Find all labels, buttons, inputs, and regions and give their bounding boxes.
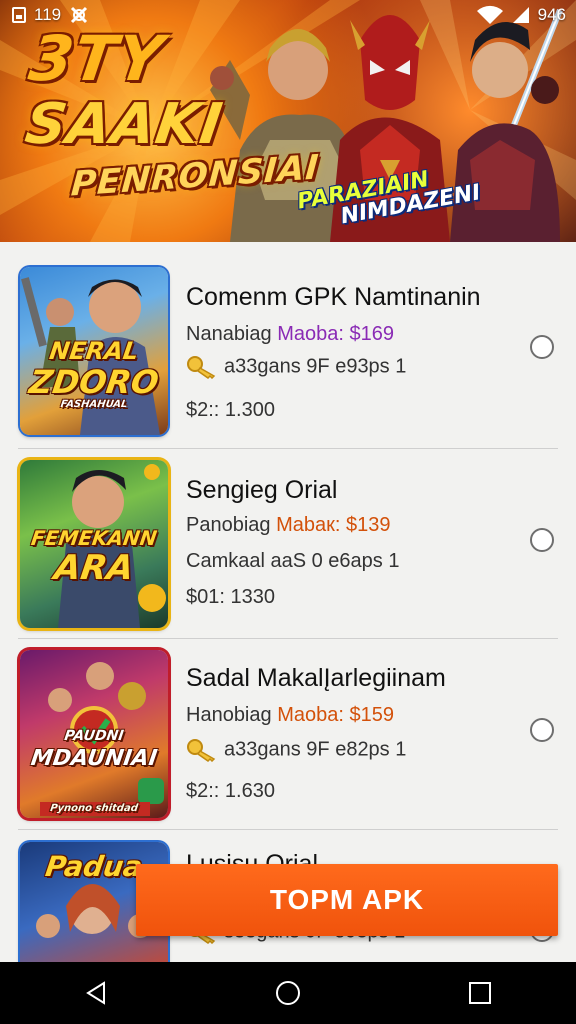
thumbnail-title-line2: ZDORO	[26, 363, 162, 401]
app-size-line: $2:: 1.300	[186, 399, 275, 421]
divider	[18, 448, 558, 449]
back-icon	[86, 981, 105, 1005]
price-value: Mabaк: $139	[276, 514, 391, 536]
list-item[interactable]: FEMEKANN ARA Sengieg Orial Panobiag Maba…	[0, 458, 576, 648]
app-price-line: Panobiag Mabaк: $139	[186, 514, 390, 537]
list-item[interactable]: PAUDNI MDAUNIAI Pynono shitdad Sadal Mak…	[0, 648, 576, 838]
thumbnail-title-line2: MDAUNIAI	[29, 746, 159, 771]
sim-icon	[12, 7, 26, 23]
divider	[18, 638, 558, 639]
notification-icon	[71, 6, 88, 24]
app-info-line: Camkaal aaS 0 e6aps 1	[186, 550, 400, 572]
thumbnail-title-line1: PAUDNI	[63, 728, 125, 744]
wifi-icon	[476, 5, 503, 24]
app-title: Sengieg Orial	[186, 476, 338, 504]
signal-icon	[512, 7, 529, 23]
select-radio[interactable]	[530, 718, 554, 742]
thumbnail-title-line1: NERAL	[47, 337, 141, 365]
price-value: Maoba: $159	[277, 704, 394, 726]
recents-icon	[469, 982, 491, 1004]
thumbnail-caption: Pynono shitdad	[49, 803, 139, 814]
banner-title-line1: 3TY	[24, 22, 169, 95]
status-bar: 119 946	[0, 0, 576, 30]
back-button[interactable]	[66, 973, 126, 1013]
app-price-line: Hanobiag Maoba: $159	[186, 704, 394, 727]
select-radio[interactable]	[530, 335, 554, 359]
app-thumbnail: FEMEKANN ARA	[20, 460, 168, 628]
key-icon	[187, 739, 216, 762]
app-info-text: a33gans 9F e93ps 1	[224, 355, 407, 378]
app-size-line: $01: 1330	[186, 586, 275, 608]
app-title: Sadal MakalĮarlegiinam	[186, 664, 446, 692]
price-label: Panobiag	[186, 514, 277, 536]
key-icon	[187, 356, 216, 379]
download-apk-button[interactable]: TOPM APK	[136, 864, 558, 936]
app-size-line: $2:: 1.630	[186, 780, 275, 802]
thumbnail-caption: FASHAHUAL	[59, 399, 129, 410]
banner-title-line2: SAAKI	[21, 92, 227, 157]
app-info-line: a33gans 9F e82ps 1	[186, 738, 406, 762]
home-button[interactable]	[258, 973, 318, 1013]
home-icon	[276, 981, 300, 1005]
app-thumbnail: PAUDNI MDAUNIAI Pynono shitdad	[20, 650, 168, 818]
price-label: Nanabiag	[186, 323, 278, 345]
thumbnail-title-line1: FEMEKANN	[29, 526, 159, 550]
recents-button[interactable]	[450, 973, 510, 1013]
thumbnail-title-line2: ARA	[51, 548, 137, 588]
app-info-line: a33gans 9F e93ps 1	[186, 355, 406, 379]
price-value: Maoba: $169	[277, 323, 394, 345]
divider	[18, 829, 558, 830]
app-info-text: a33gans 9F e82ps 1	[224, 738, 407, 761]
hero-banner[interactable]: 3TY SAAKI PENRONSIAI PARAZIAIN NIMDAZENI	[0, 0, 576, 242]
select-radio[interactable]	[530, 528, 554, 552]
app-price-line: Nanabiag Maoba: $169	[186, 323, 394, 346]
list-item[interactable]: NERAL ZDORO FASHAHUAL Comenm GPK Namtina…	[0, 267, 576, 457]
navigation-bar	[0, 962, 576, 1024]
app-title: Comenm GPK Namtinanin	[186, 283, 481, 311]
battery-level: 946	[537, 5, 566, 24]
price-label: Hanobiag	[186, 704, 278, 726]
status-time: 119	[34, 5, 62, 24]
app-thumbnail: NERAL ZDORO FASHAHUAL	[20, 267, 168, 435]
